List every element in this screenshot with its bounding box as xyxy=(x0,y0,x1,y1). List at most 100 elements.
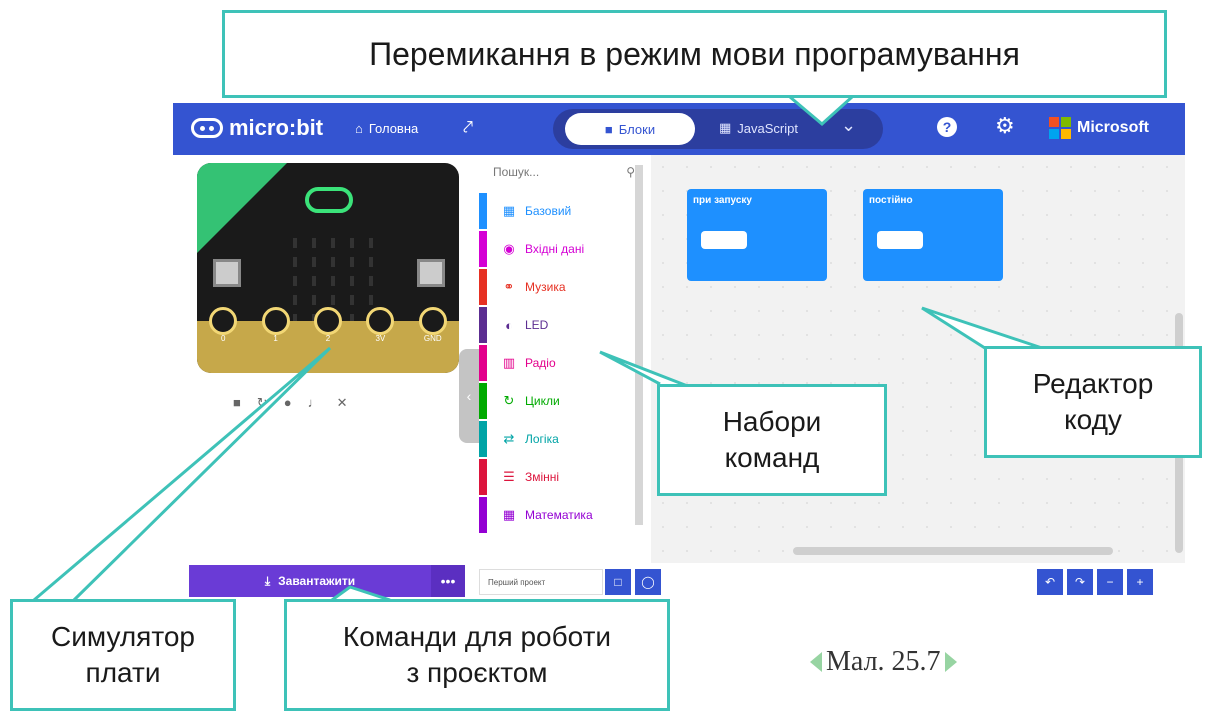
block-slot xyxy=(877,231,923,249)
puzzle-icon: ■ xyxy=(604,121,613,137)
callout-simulator: Симулятор плати xyxy=(10,599,236,711)
category-label: Логіка xyxy=(525,432,559,446)
stop-icon[interactable]: ■ xyxy=(233,395,241,411)
block-label: постійно xyxy=(869,195,913,206)
arrow-left-icon xyxy=(810,652,822,672)
help-icon[interactable]: ? xyxy=(937,117,957,137)
restart-icon[interactable]: ↻ xyxy=(257,395,268,411)
more-button[interactable]: ••• xyxy=(431,565,465,597)
figure-caption: Мал. 25.7 xyxy=(810,646,957,678)
debug-icon[interactable]: ● xyxy=(284,395,292,411)
caption-text: Мал. 25.7 xyxy=(826,646,941,677)
microbit-logo[interactable]: micro:bit xyxy=(191,115,323,141)
category-color-bar xyxy=(479,193,487,229)
callout-line: Редактор xyxy=(1032,368,1154,399)
pin-2[interactable]: 2 xyxy=(313,307,342,343)
undo-icon[interactable]: ↶ xyxy=(1037,569,1063,595)
top-nav-bar: micro:bit ⌂ Головна ⤤ ■ Блоки ▦ JavaScri… xyxy=(173,103,1185,155)
edge-pins: 0 1 2 3V GND xyxy=(197,307,459,373)
on-start-block[interactable]: при запуску xyxy=(687,189,827,281)
category-color-bar xyxy=(479,421,487,457)
calculator-icon: ▦ xyxy=(502,507,516,522)
download-button[interactable]: ⤓ Завантажити xyxy=(189,565,431,597)
project-name-input[interactable]: Перший проект xyxy=(479,569,603,595)
pin-gnd[interactable]: GND xyxy=(418,307,447,343)
workspace-horizontal-scrollbar[interactable] xyxy=(793,547,1113,555)
download-icon: ⤓ xyxy=(264,573,271,588)
forever-block[interactable]: постійно xyxy=(863,189,1003,281)
category-color-bar xyxy=(479,307,487,343)
javascript-label: JavaScript xyxy=(737,120,798,136)
block-slot xyxy=(701,231,747,249)
button-b[interactable] xyxy=(417,259,445,287)
search-input[interactable]: Пошук... xyxy=(493,165,539,179)
category-label: Радіо xyxy=(525,356,556,370)
zoom-out-icon[interactable]: − xyxy=(1097,569,1123,595)
category-music[interactable]: ⚭ Музика xyxy=(479,269,645,305)
toggle-icon: ◐ xyxy=(505,317,513,333)
toolbox-search[interactable]: Пошук... ⚲ xyxy=(493,165,635,179)
board-logo[interactable] xyxy=(305,187,353,213)
category-radio[interactable]: ▥ Радіо xyxy=(479,345,645,381)
logo-text: micro:bit xyxy=(229,115,324,140)
callout-line: Команди для роботи xyxy=(342,621,612,652)
category-color-bar xyxy=(479,383,487,419)
home-button[interactable]: ⌂ Головна xyxy=(355,121,418,136)
category-color-bar xyxy=(479,497,487,533)
category-led[interactable]: ◐ LED xyxy=(479,307,645,343)
category-basic[interactable]: ▦ Базовий xyxy=(479,193,645,229)
callout-project-commands: Команди для роботи з проєктом xyxy=(284,599,670,711)
pin-1[interactable]: 1 xyxy=(261,307,290,343)
redo-icon[interactable]: ↷ xyxy=(1067,569,1093,595)
callout-line: Симулятор xyxy=(51,621,195,652)
loop-icon: ↻ xyxy=(503,393,515,408)
microsoft-label: Microsoft xyxy=(1077,119,1149,136)
search-icon: ⚲ xyxy=(626,165,635,179)
home-label: Головна xyxy=(368,121,419,136)
category-input[interactable]: ◉ Вхідні дані xyxy=(479,231,645,267)
share-icon[interactable]: ⤤ xyxy=(463,117,473,138)
button-a[interactable] xyxy=(213,259,241,287)
home-icon: ⌂ xyxy=(355,121,363,136)
microbit-icon xyxy=(191,118,223,138)
collapse-simulator-button[interactable]: ‹ xyxy=(459,349,479,443)
callout-mode-switch: Перемикання в режим мови програмування xyxy=(222,10,1167,98)
board-decoration xyxy=(197,163,287,253)
headphones-icon: ⚭ xyxy=(503,279,515,294)
category-logic[interactable]: ⇄ Логіка xyxy=(479,421,645,457)
category-label: Цикли xyxy=(525,394,560,408)
microsoft-icon xyxy=(1049,117,1071,139)
microbit-board[interactable]: 0 1 2 3V GND xyxy=(197,163,459,373)
callout-line: з проєктом xyxy=(406,657,548,688)
category-label: LED xyxy=(525,318,549,332)
github-icon[interactable]: ◯ xyxy=(635,569,661,595)
arrow-right-icon xyxy=(944,652,957,672)
save-icon[interactable]: □ xyxy=(605,569,631,595)
category-loops[interactable]: ↻ Цикли xyxy=(479,383,645,419)
category-variables[interactable]: ☰ Змінні xyxy=(479,459,645,495)
blocks-mode-button[interactable]: ■ Блоки xyxy=(565,113,695,145)
gear-icon[interactable]: ⚙ xyxy=(995,113,1015,139)
category-math[interactable]: ▦ Математика xyxy=(479,497,645,533)
block-label: при запуску xyxy=(693,195,752,206)
category-color-bar xyxy=(479,269,487,305)
pin-0[interactable]: 0 xyxy=(209,307,238,343)
target-icon: ◉ xyxy=(503,241,515,256)
category-color-bar xyxy=(479,459,487,495)
close-icon[interactable]: ✕ xyxy=(337,395,348,411)
callout-line: плати xyxy=(85,657,161,688)
pin-3v[interactable]: 3V xyxy=(366,307,395,343)
workspace-controls: ↶ ↷ − + xyxy=(1037,569,1153,595)
mute-icon[interactable]: ♩ xyxy=(308,395,321,411)
signal-icon: ▥ xyxy=(502,355,516,370)
toolbox-scrollbar[interactable] xyxy=(635,165,643,525)
chevron-down-icon[interactable]: ⌄ xyxy=(841,115,856,136)
callout-command-sets: Набори команд xyxy=(657,384,887,496)
simulator-controls: ■ ↻ ● ♩ ✕ xyxy=(233,395,348,411)
category-color-bar xyxy=(479,345,487,381)
javascript-mode-button[interactable]: ▦ JavaScript xyxy=(719,120,798,136)
category-label: Математика xyxy=(525,508,593,522)
microsoft-logo[interactable]: Microsoft xyxy=(1049,117,1149,139)
zoom-in-icon[interactable]: + xyxy=(1127,569,1153,595)
callout-line: команд xyxy=(724,442,820,473)
